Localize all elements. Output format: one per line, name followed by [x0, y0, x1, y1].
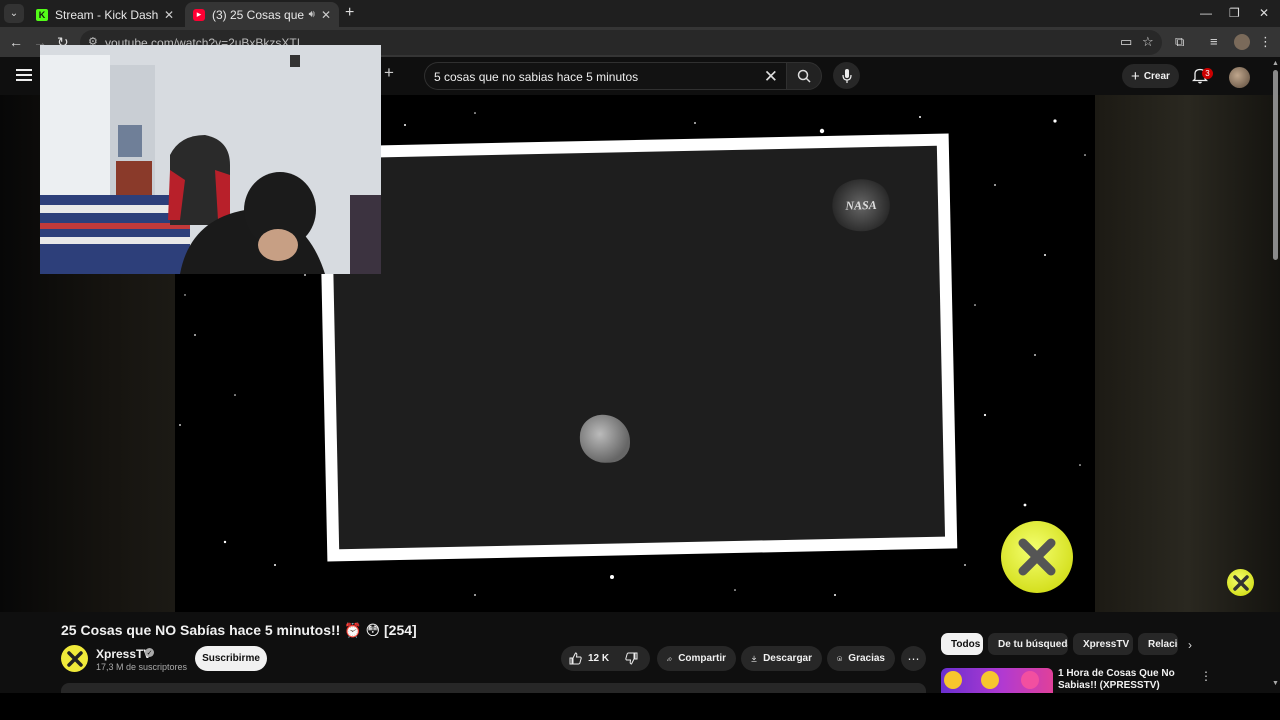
- chevron-right-icon[interactable]: ›: [1188, 638, 1192, 652]
- close-icon[interactable]: ✕: [164, 8, 174, 22]
- media-controls-icon[interactable]: ≡: [1210, 34, 1218, 49]
- video-title: 25 Cosas que NO Sabías hace 5 minutos!! …: [61, 622, 417, 638]
- restore-icon[interactable]: ❐: [1229, 6, 1240, 20]
- cast-icon[interactable]: ▭: [1120, 34, 1132, 50]
- speaker-icon[interactable]: 🔊︎: [309, 9, 315, 20]
- subscriber-count: 17,3 M de suscriptores: [96, 662, 188, 672]
- channel-name[interactable]: XpressTV: [96, 647, 151, 661]
- scroll-down-icon[interactable]: ▼: [1272, 680, 1279, 687]
- voice-search-button[interactable]: [833, 62, 860, 89]
- xpresstv-logo-icon: [1001, 521, 1073, 593]
- recommendation-menu-icon[interactable]: ⋮: [1200, 669, 1212, 683]
- extensions-icon[interactable]: ⧉: [1175, 34, 1184, 50]
- search-query[interactable]: 5 cosas que no sabias hace 5 minutos: [434, 70, 638, 84]
- webcam-scene: [40, 45, 381, 274]
- share-label: Compartir: [678, 653, 726, 664]
- create-button[interactable]: + Crear: [1122, 64, 1179, 88]
- ambient-right-panel: [1095, 95, 1280, 612]
- channel-avatar[interactable]: [61, 645, 88, 672]
- tab-title: Stream - Kick Dashboard: [55, 7, 158, 22]
- plus-icon: +: [1131, 67, 1140, 85]
- back-icon[interactable]: ←: [9, 34, 23, 50]
- tab-kick-dashboard[interactable]: K Stream - Kick Dashboard ✕: [28, 2, 182, 27]
- like-dislike-group: 12 K: [561, 646, 650, 671]
- create-label: Crear: [1143, 70, 1170, 82]
- download-icon: [751, 655, 757, 662]
- chip-from-search[interactable]: De tu búsqueda: [988, 633, 1068, 655]
- laughing-emoji-icon: [944, 671, 962, 689]
- taskbar-area: [0, 693, 1280, 720]
- minimize-icon[interactable]: —: [1200, 6, 1212, 20]
- nasa-logo-text: NASA: [845, 197, 877, 213]
- devil-emoji-icon: [1021, 671, 1039, 689]
- hamburger-menu-icon[interactable]: [16, 69, 32, 81]
- character-sprite-icon: [579, 414, 631, 464]
- browser-profile-avatar[interactable]: [1234, 34, 1250, 50]
- clear-search-icon[interactable]: ✕: [764, 67, 778, 87]
- scroll-up-icon[interactable]: ▲: [1272, 60, 1279, 67]
- search-input[interactable]: 5 cosas que no sabias hace 5 minutos ✕: [424, 62, 786, 90]
- share-button[interactable]: Compartir: [657, 646, 736, 671]
- subscribe-button[interactable]: Suscribirme: [195, 646, 267, 671]
- thumbs-down-icon: [625, 652, 638, 665]
- download-button[interactable]: Descargar: [741, 646, 822, 671]
- new-tab-button[interactable]: +: [345, 4, 354, 22]
- more-actions-button[interactable]: ⋯: [901, 646, 926, 671]
- chip-channel[interactable]: XpressTV: [1073, 633, 1133, 655]
- thanks-label: Gracias: [848, 653, 885, 664]
- microphone-icon: [841, 68, 852, 83]
- tab-search-button[interactable]: ⌄: [4, 4, 24, 23]
- dislike-button[interactable]: [617, 646, 652, 671]
- youtube-icon: ▸: [193, 8, 205, 21]
- scrollbar-thumb[interactable]: [1273, 70, 1278, 260]
- tab-youtube-video[interactable]: ▸ (3) 25 Cosas que NO Sabías hace 5 minu…: [185, 2, 339, 27]
- xpresstv-watermark-icon: [1227, 569, 1254, 596]
- video-scene: NASA: [330, 145, 946, 550]
- nasa-logo-icon: NASA: [829, 178, 893, 232]
- browser-menu-icon[interactable]: ⋮: [1259, 34, 1272, 50]
- tab-title: (3) 25 Cosas que NO Sabías hace 5 minuto…: [212, 7, 305, 22]
- notification-count-badge: 3: [1202, 68, 1213, 79]
- download-label: Descargar: [763, 653, 812, 664]
- polaroid-frame: NASA: [318, 133, 958, 562]
- chip-all[interactable]: Todos: [941, 633, 983, 655]
- svg-text:$: $: [839, 657, 841, 661]
- description-box[interactable]: [61, 683, 926, 693]
- share-icon: [667, 656, 673, 661]
- browser-tab-strip: ⌄ K Stream - Kick Dashboard ✕ ▸ (3) 25 C…: [0, 0, 1280, 27]
- recommendation-title[interactable]: 1 Hora de Cosas Que No Sabias!! (XPRESST…: [1058, 668, 1188, 692]
- crosshair-cursor-icon: +: [384, 63, 394, 82]
- shocked-emoji-icon: [981, 671, 999, 689]
- like-button[interactable]: 12 K: [561, 646, 617, 671]
- webcam-overlay: [40, 45, 381, 274]
- close-window-icon[interactable]: ✕: [1259, 6, 1269, 20]
- recommendation-thumbnail[interactable]: [941, 668, 1053, 693]
- user-avatar[interactable]: [1229, 67, 1250, 88]
- more-horizontal-icon: ⋯: [907, 651, 920, 666]
- like-count: 12 K: [588, 653, 610, 664]
- kick-icon: K: [36, 8, 48, 21]
- thanks-button[interactable]: $ Gracias: [827, 646, 895, 671]
- search-button[interactable]: [786, 62, 822, 90]
- thumbs-up-icon: [569, 652, 582, 665]
- chip-related[interactable]: Relacionados: [1138, 633, 1178, 655]
- verified-check-icon: ✓: [145, 648, 154, 657]
- search-icon: [797, 69, 811, 83]
- close-icon[interactable]: ✕: [321, 8, 331, 22]
- thanks-dollar-icon: $: [837, 655, 843, 661]
- bookmark-star-icon[interactable]: ☆: [1142, 34, 1154, 50]
